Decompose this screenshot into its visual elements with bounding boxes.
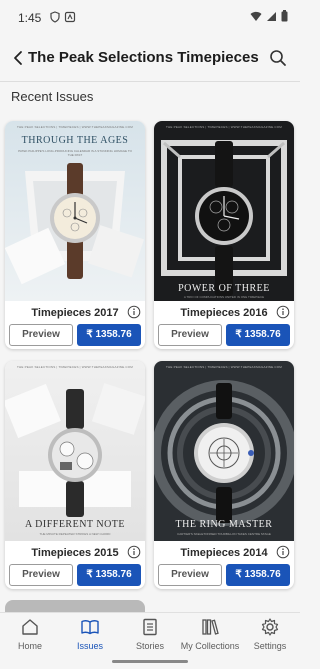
nav-label: Settings <box>253 641 287 651</box>
cover-subtitle: A TRIO OF COMPLICATIONS UNITED IN ONE TI… <box>183 295 265 299</box>
library-icon <box>202 619 219 635</box>
buy-price-button[interactable]: ₹ 1358.76 <box>226 564 290 586</box>
cover-subtitle: THE MINUTE REPEATER STRIKES A NEW CHORD <box>39 532 111 536</box>
nav-label: Home <box>17 641 42 651</box>
preview-button[interactable]: Preview <box>9 324 73 346</box>
app-bar: The Peak Selections Timepieces <box>0 34 300 82</box>
search-icon <box>270 50 286 66</box>
book-open-icon <box>81 620 99 635</box>
nav-stories[interactable]: Stories <box>120 617 180 657</box>
buy-price-button[interactable]: ₹ 1358.76 <box>226 324 290 346</box>
watch-cover-image <box>5 121 145 301</box>
issue-title: Timepieces 2017 <box>31 307 119 319</box>
watch-cover-image <box>5 361 145 541</box>
watch-cover-image <box>154 361 294 541</box>
nav-label: My Collections <box>180 641 240 651</box>
shield-status-icon <box>50 11 60 23</box>
issue-cover[interactable]: THE PEAK SELECTIONS | TIMEPIECES | WWW.T… <box>5 121 145 301</box>
cover-masthead: THE PEAK SELECTIONS | TIMEPIECES | WWW.T… <box>17 125 133 129</box>
cover-headline: THE RING MASTER <box>175 519 273 530</box>
info-icon[interactable] <box>276 305 290 319</box>
nav-label: Issues <box>76 641 103 651</box>
buy-price-button[interactable]: ₹ 1358.76 <box>77 324 141 346</box>
bottom-navigation: Home Issues Stories My Collections Setti… <box>0 612 300 669</box>
issue-card[interactable]: THE PEAK SELECTIONS | TIMEPIECES | WWW.T… <box>154 361 294 589</box>
stories-icon <box>143 618 157 636</box>
cover-headline: THROUGH THE AGES <box>21 135 129 146</box>
preview-button[interactable]: Preview <box>158 324 222 346</box>
info-icon[interactable] <box>127 545 141 559</box>
signal-icon <box>267 12 276 21</box>
cover-masthead: THE PEAK SELECTIONS | TIMEPIECES | WWW.T… <box>166 365 282 369</box>
cover-masthead: THE PEAK SELECTIONS | TIMEPIECES | WWW.T… <box>17 365 133 369</box>
notification-status-icon <box>64 11 76 23</box>
info-icon[interactable] <box>276 545 290 559</box>
issue-cover[interactable]: THE PEAK SELECTIONS | TIMEPIECES | WWW.T… <box>154 121 294 301</box>
nav-settings[interactable]: Settings <box>240 617 300 657</box>
wifi-icon <box>250 11 262 21</box>
issue-title: Timepieces 2015 <box>31 547 119 559</box>
issue-card[interactable]: THE PEAK SELECTIONS | TIMEPIECES | WWW.T… <box>5 361 145 589</box>
nav-issues[interactable]: Issues <box>60 617 120 657</box>
watch-cover-image <box>154 121 294 301</box>
cover-subtitle: PATEK PHILIPPE'S LONG-PRODUCING CALENDAR… <box>18 149 132 157</box>
cover-masthead: THE PEAK SELECTIONS | TIMEPIECES | WWW.T… <box>166 125 282 129</box>
page-title: The Peak Selections Timepieces <box>28 49 259 66</box>
issue-title: Timepieces 2014 <box>180 547 268 559</box>
chevron-left-icon <box>14 51 22 65</box>
status-time: 1:45 <box>18 11 42 25</box>
issue-cover[interactable]: THE PEAK SELECTIONS | TIMEPIECES | WWW.T… <box>154 361 294 541</box>
cover-headline: POWER OF THREE <box>178 283 270 294</box>
section-title: Recent Issues <box>11 89 94 104</box>
info-icon[interactable] <box>127 305 141 319</box>
search-button[interactable] <box>264 44 292 72</box>
issue-cover[interactable]: THE PEAK SELECTIONS | TIMEPIECES | WWW.T… <box>5 361 145 541</box>
battery-icon <box>281 10 288 22</box>
preview-button[interactable]: Preview <box>9 564 73 586</box>
cover-headline: A DIFFERENT NOTE <box>24 519 126 530</box>
status-bar: 1:45 <box>0 0 300 34</box>
cover-subtitle: CARTIER'S SKELETONISED TOURBILLON TAKES … <box>177 532 271 536</box>
nav-my-collections[interactable]: My Collections <box>180 617 240 657</box>
gear-icon <box>261 618 279 636</box>
buy-price-button[interactable]: ₹ 1358.76 <box>77 564 141 586</box>
issue-card[interactable]: THE PEAK SELECTIONS | TIMEPIECES | WWW.T… <box>154 121 294 349</box>
nav-label: Stories <box>135 641 164 651</box>
issue-card[interactable]: THE PEAK SELECTIONS | TIMEPIECES | WWW.T… <box>5 121 145 349</box>
system-home-indicator[interactable] <box>112 660 188 663</box>
home-icon <box>22 619 38 635</box>
issue-title: Timepieces 2016 <box>180 307 268 319</box>
preview-button[interactable]: Preview <box>158 564 222 586</box>
nav-home[interactable]: Home <box>0 617 60 657</box>
